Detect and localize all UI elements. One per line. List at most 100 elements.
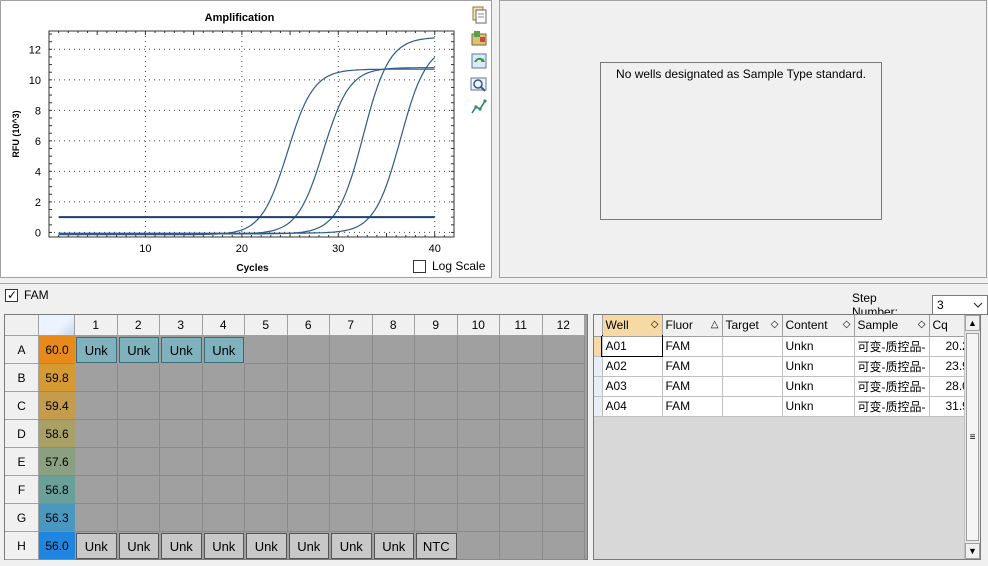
cell-target[interactable] bbox=[722, 356, 783, 377]
cell-well[interactable]: A03 bbox=[602, 376, 663, 397]
plate-well[interactable] bbox=[330, 336, 373, 364]
cell-target[interactable] bbox=[722, 376, 783, 397]
plate-well[interactable] bbox=[117, 448, 160, 476]
plate-well[interactable] bbox=[542, 392, 585, 420]
plate-corner[interactable] bbox=[5, 315, 39, 336]
plate-well[interactable] bbox=[75, 448, 118, 476]
plate-well[interactable] bbox=[457, 392, 500, 420]
plate-well[interactable] bbox=[287, 476, 330, 504]
plate-row-header[interactable]: B bbox=[5, 364, 39, 392]
plate-well[interactable] bbox=[245, 392, 288, 420]
amplification-chart[interactable]: 10 20 30 40 0 2 4 6 8 10 12 Amplification Cycles RFU … bbox=[1, 1, 493, 279]
sort-icon[interactable]: ◇ bbox=[651, 319, 659, 330]
cell-content[interactable]: Unkn bbox=[782, 356, 855, 377]
column-header-content[interactable]: Content ◇ bbox=[782, 315, 855, 337]
plate-well[interactable] bbox=[457, 476, 500, 504]
cell-fluor[interactable]: FAM bbox=[662, 356, 723, 377]
plate-well[interactable]: Unk bbox=[373, 533, 414, 559]
plate-well[interactable] bbox=[330, 420, 373, 448]
chart-settings-icon[interactable] bbox=[470, 98, 488, 116]
plate-row-header[interactable]: D bbox=[5, 420, 39, 448]
plate-well[interactable] bbox=[330, 364, 373, 392]
plate-well[interactable] bbox=[500, 504, 543, 532]
plate-well[interactable]: Unk bbox=[203, 337, 244, 363]
plate-well[interactable]: Unk bbox=[118, 337, 159, 363]
cell-fluor[interactable]: FAM bbox=[662, 376, 723, 397]
plate-well[interactable]: NTC bbox=[416, 533, 457, 559]
plate-well[interactable] bbox=[117, 392, 160, 420]
plate-well[interactable] bbox=[500, 532, 543, 560]
row-selector[interactable] bbox=[594, 356, 603, 377]
scrollbar-thumb[interactable]: ≡ bbox=[966, 333, 979, 541]
plate-row-header[interactable]: C bbox=[5, 392, 39, 420]
plate-well[interactable] bbox=[542, 476, 585, 504]
plate-well[interactable] bbox=[415, 504, 458, 532]
cell-target[interactable] bbox=[722, 396, 783, 417]
table-row[interactable]: A03 FAM Unkn 可变-质控品- 28.09 bbox=[594, 376, 980, 397]
plate-well[interactable] bbox=[500, 448, 543, 476]
plate-well[interactable] bbox=[500, 336, 543, 364]
plate-well[interactable]: Unk bbox=[76, 337, 117, 363]
plate-column-header[interactable]: 2 bbox=[117, 315, 160, 336]
plate-well[interactable] bbox=[202, 364, 245, 392]
plate-column-header[interactable]: 8 bbox=[372, 315, 415, 336]
plate-column-header[interactable]: 6 bbox=[287, 315, 330, 336]
column-header-well[interactable]: Well ◇ bbox=[602, 315, 663, 337]
refresh-icon[interactable] bbox=[470, 52, 488, 70]
plate-column-header[interactable]: 3 bbox=[160, 315, 203, 336]
plate-well[interactable] bbox=[287, 504, 330, 532]
plate-well[interactable] bbox=[117, 476, 160, 504]
plate-well[interactable] bbox=[75, 392, 118, 420]
plate-well[interactable] bbox=[457, 532, 500, 560]
plate-well[interactable] bbox=[542, 336, 585, 364]
plate-well[interactable] bbox=[245, 336, 288, 364]
plate-well[interactable] bbox=[160, 476, 203, 504]
plate-well[interactable] bbox=[330, 448, 373, 476]
table-row[interactable]: A04 FAM Unkn 可变-质控品- 31.95 bbox=[594, 396, 980, 417]
plate-well[interactable] bbox=[500, 392, 543, 420]
plate-well[interactable] bbox=[202, 504, 245, 532]
cell-content[interactable]: Unkn bbox=[782, 376, 855, 397]
plate-row-header[interactable]: F bbox=[5, 476, 39, 504]
plate-well[interactable] bbox=[415, 476, 458, 504]
plate-well[interactable] bbox=[117, 420, 160, 448]
plate-row-header[interactable]: E bbox=[5, 448, 39, 476]
scroll-up-icon[interactable]: ▲ bbox=[965, 315, 980, 331]
results-scrollbar[interactable]: ▲ ≡ ▼ bbox=[964, 315, 980, 559]
plate-well[interactable] bbox=[457, 504, 500, 532]
plate-well[interactable] bbox=[415, 364, 458, 392]
plate-column-header[interactable]: 7 bbox=[330, 315, 373, 336]
plate-well[interactable] bbox=[245, 476, 288, 504]
table-row[interactable]: A02 FAM Unkn 可变-质控品- 23.95 bbox=[594, 356, 980, 377]
sort-icon[interactable]: ◇ bbox=[771, 319, 779, 330]
plate-well[interactable]: Unk bbox=[246, 533, 287, 559]
plate-well[interactable] bbox=[287, 420, 330, 448]
plate-well[interactable] bbox=[75, 364, 118, 392]
plate-well[interactable] bbox=[457, 420, 500, 448]
fam-checkbox[interactable] bbox=[5, 288, 18, 302]
cell-content[interactable]: Unkn bbox=[782, 396, 855, 417]
cell-fluor[interactable]: FAM bbox=[662, 396, 723, 417]
plate-well[interactable] bbox=[500, 364, 543, 392]
sort-ascending-icon[interactable]: △ bbox=[711, 319, 719, 330]
column-header-sample[interactable]: Sample ◇ bbox=[854, 315, 930, 337]
plate-well[interactable] bbox=[160, 448, 203, 476]
plate-well[interactable] bbox=[287, 448, 330, 476]
plate-well[interactable] bbox=[415, 448, 458, 476]
plate-well[interactable] bbox=[245, 504, 288, 532]
plate-column-header[interactable]: 1 bbox=[75, 315, 118, 336]
plate-column-header[interactable]: 10 bbox=[457, 315, 500, 336]
plate-well[interactable] bbox=[500, 420, 543, 448]
plate-well[interactable]: Unk bbox=[161, 337, 202, 363]
plate-column-header[interactable]: 12 bbox=[542, 315, 585, 336]
cell-sample[interactable]: 可变-质控品- bbox=[854, 376, 930, 397]
plate-well[interactable] bbox=[117, 364, 160, 392]
plate-well[interactable] bbox=[330, 476, 373, 504]
plate-column-header[interactable]: 9 bbox=[415, 315, 458, 336]
plate-well[interactable] bbox=[542, 420, 585, 448]
plate-well[interactable] bbox=[202, 448, 245, 476]
copy-icon[interactable] bbox=[470, 6, 488, 24]
scroll-down-icon[interactable]: ▼ bbox=[965, 543, 980, 559]
row-selector[interactable] bbox=[594, 376, 603, 397]
plate-column-header[interactable]: 11 bbox=[500, 315, 543, 336]
